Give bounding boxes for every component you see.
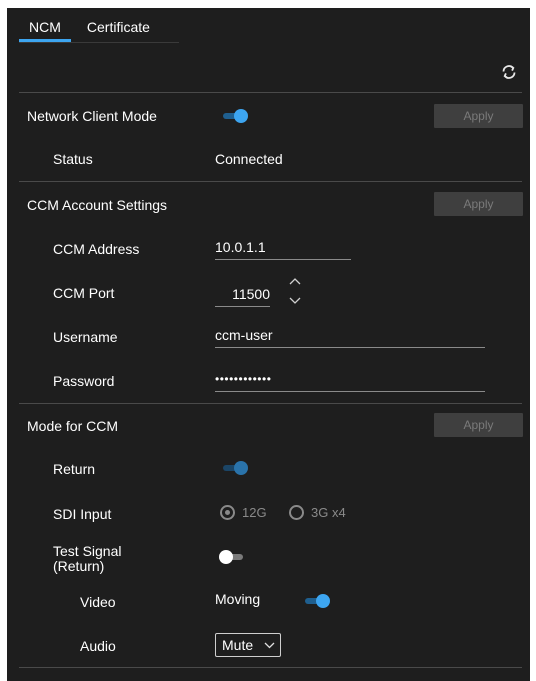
section-divider [19,667,522,668]
ccm-account-apply-button[interactable]: Apply [434,192,523,216]
ccm-address-label: CCM Address [53,241,140,257]
sdi-input-label: SDI Input [53,506,112,522]
status-value: Connected [215,151,283,167]
mode-for-ccm-title: Mode for CCM [27,418,119,434]
network-client-mode-label: Network Client Mode [27,108,157,124]
audio-select-value: Mute [222,637,254,653]
sdi-12g-label: 12G [242,505,267,520]
section-divider [19,403,522,404]
video-label: Video [80,594,116,610]
video-value: Moving [215,591,261,607]
username-field[interactable]: ccm-user [215,325,485,348]
test-signal-label: Test Signal [53,543,122,559]
section-divider [19,92,522,93]
video-toggle[interactable] [301,594,331,608]
username-label: Username [53,329,118,345]
network-client-mode-toggle[interactable] [219,109,249,123]
section-divider [19,181,522,182]
ccm-port-stepper [288,276,302,310]
audio-select[interactable]: Mute [215,633,281,657]
refresh-icon[interactable] [499,62,519,82]
ccm-port-field[interactable]: 11500 [215,284,270,307]
password-field[interactable]: •••••••••••• [215,369,485,392]
chevron-down-icon [289,297,301,304]
tab-certificate[interactable]: Certificate [77,8,160,42]
audio-label: Audio [80,638,116,654]
ccm-address-field[interactable]: 10.0.1.1 [215,237,351,260]
sdi-3gx4-label: 3G x4 [311,505,346,520]
radio-unselected-icon [289,505,304,520]
return-label: Return [53,461,96,477]
network-client-mode-apply-button[interactable]: Apply [434,104,523,128]
sdi-3gx4-radio: 3G x4 [289,505,346,520]
ccm-account-settings-title: CCM Account Settings [27,197,168,213]
tab-ncm[interactable]: NCM [19,8,71,42]
ncm-settings-panel: NCM Certificate Network Client Mode Appl… [7,8,530,681]
chevron-down-icon [264,642,275,649]
radio-selected-icon [220,505,235,520]
sdi-12g-radio: 12G [220,505,267,520]
return-toggle [219,461,249,475]
chevron-up-icon [289,278,301,285]
password-label: Password [53,373,115,389]
test-signal-toggle[interactable] [219,550,249,564]
tab-bar: NCM Certificate [19,8,160,44]
test-signal-label-return: (Return) [53,558,105,574]
ccm-port-label: CCM Port [53,285,115,301]
mode-for-ccm-apply-button[interactable]: Apply [434,413,523,437]
status-label: Status [53,151,93,167]
tab-underline [19,42,179,43]
